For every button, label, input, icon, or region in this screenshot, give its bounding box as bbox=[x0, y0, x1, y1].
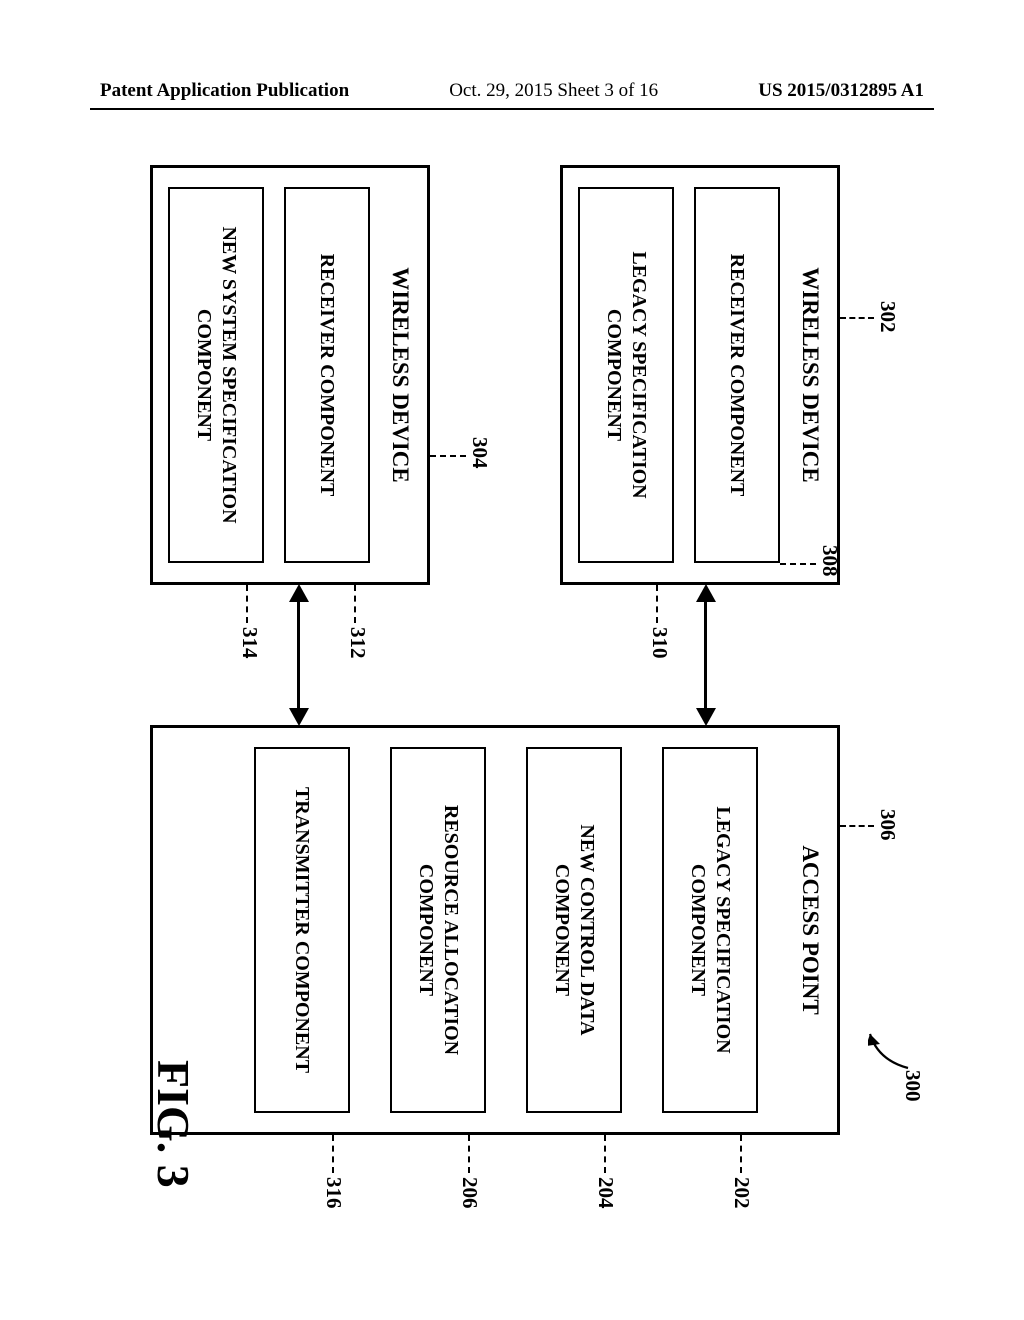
legacy-spec-1-label: LEGACY SPECIFICATION COMPONENT bbox=[601, 199, 651, 551]
leader-204 bbox=[604, 1135, 606, 1173]
access-point-title: ACCESS POINT bbox=[797, 728, 823, 1132]
transmitter-label: TRANSMITTER COMPONENT bbox=[290, 787, 315, 1073]
receiver-component-2-label: RECEIVER COMPONENT bbox=[315, 254, 340, 497]
link-wd1-ap-head-l bbox=[696, 584, 716, 602]
leader-316 bbox=[332, 1135, 334, 1173]
link-wd1-ap bbox=[704, 599, 707, 711]
wireless-device-1-title: WIRELESS DEVICE bbox=[797, 168, 823, 582]
new-sys-spec-component: NEW SYSTEM SPECIFICATION COMPONENT bbox=[168, 187, 264, 563]
figure-caption: FIG. 3 bbox=[147, 1060, 200, 1188]
ref-316: 316 bbox=[321, 1177, 346, 1209]
receiver-component-2: RECEIVER COMPONENT bbox=[284, 187, 370, 563]
figure-area: 300 WIRELESS DEVICE 302 RECEIVER COMPONE… bbox=[110, 165, 920, 1225]
wireless-device-2-title: WIRELESS DEVICE bbox=[387, 168, 413, 582]
ref-308: 308 bbox=[817, 545, 842, 577]
ref-310: 310 bbox=[647, 627, 672, 659]
header-left: Patent Application Publication bbox=[100, 80, 349, 102]
leader-312 bbox=[354, 585, 356, 623]
link-wd2-ap bbox=[297, 599, 300, 711]
legacy-spec-2-label: LEGACY SPECIFICATION COMPONENT bbox=[685, 759, 735, 1101]
new-control-data-label: NEW CONTROL DATA COMPONENT bbox=[549, 759, 599, 1101]
receiver-component-1: RECEIVER COMPONENT bbox=[694, 187, 780, 563]
leader-304 bbox=[430, 455, 466, 457]
new-control-data-component: NEW CONTROL DATA COMPONENT bbox=[526, 747, 622, 1113]
ref-300-arrow bbox=[868, 1020, 910, 1076]
ref-306: 306 bbox=[875, 809, 900, 841]
legacy-spec-component-2: LEGACY SPECIFICATION COMPONENT bbox=[662, 747, 758, 1113]
resource-allocation-component: RESOURCE ALLOCATION COMPONENT bbox=[390, 747, 486, 1113]
leader-314 bbox=[246, 585, 248, 623]
header-rule bbox=[90, 108, 934, 110]
header-right: US 2015/0312895 A1 bbox=[758, 80, 924, 102]
leader-302 bbox=[840, 317, 874, 319]
legacy-spec-component-1: LEGACY SPECIFICATION COMPONENT bbox=[578, 187, 674, 563]
link-wd2-ap-head-r bbox=[289, 708, 309, 726]
leader-206 bbox=[468, 1135, 470, 1173]
ref-304: 304 bbox=[467, 437, 492, 469]
resource-allocation-label: RESOURCE ALLOCATION COMPONENT bbox=[413, 759, 463, 1101]
leader-202 bbox=[740, 1135, 742, 1173]
ref-312: 312 bbox=[345, 627, 370, 659]
transmitter-component: TRANSMITTER COMPONENT bbox=[254, 747, 350, 1113]
page-header: Patent Application Publication Oct. 29, … bbox=[0, 80, 1024, 102]
ref-206: 206 bbox=[457, 1177, 482, 1209]
ref-314: 314 bbox=[237, 627, 262, 659]
new-sys-spec-label: NEW SYSTEM SPECIFICATION COMPONENT bbox=[191, 199, 241, 551]
link-wd1-ap-head-r bbox=[696, 708, 716, 726]
link-wd2-ap-head-l bbox=[289, 584, 309, 602]
header-mid: Oct. 29, 2015 Sheet 3 of 16 bbox=[449, 80, 658, 102]
diagram: 300 WIRELESS DEVICE 302 RECEIVER COMPONE… bbox=[110, 165, 920, 1225]
ref-302: 302 bbox=[875, 301, 900, 333]
leader-310 bbox=[656, 585, 658, 623]
leader-308 bbox=[780, 563, 816, 565]
ref-204: 204 bbox=[593, 1177, 618, 1209]
ref-202: 202 bbox=[729, 1177, 754, 1209]
page: Patent Application Publication Oct. 29, … bbox=[0, 0, 1024, 1320]
receiver-component-1-label: RECEIVER COMPONENT bbox=[725, 254, 750, 497]
leader-306 bbox=[840, 825, 874, 827]
